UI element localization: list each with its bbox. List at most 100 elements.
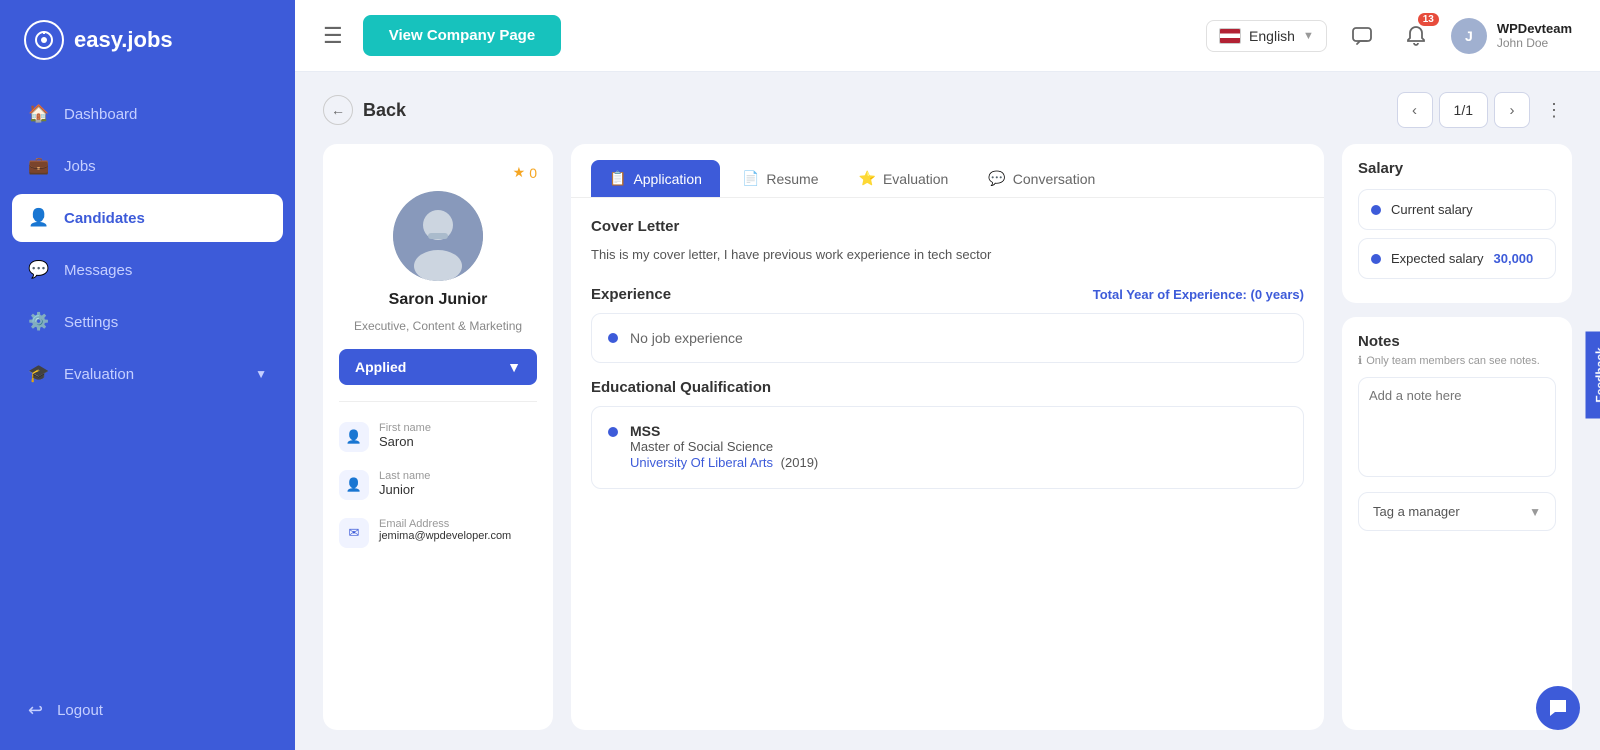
first-name-label: First name bbox=[379, 422, 431, 434]
brand-name: easy.jobs bbox=[74, 27, 173, 53]
tab-application[interactable]: 📋 Application bbox=[591, 160, 720, 197]
no-experience: No job experience bbox=[608, 330, 1287, 346]
sidebar-item-label: Evaluation bbox=[64, 366, 134, 383]
evaluation-tab-icon: ⭐ bbox=[859, 170, 876, 187]
edu-year: (2019) bbox=[781, 455, 819, 470]
notes-panel: Notes ℹ Only team members can see notes.… bbox=[1342, 317, 1572, 730]
edu-degree: MSS bbox=[630, 423, 818, 439]
back-button[interactable]: ← Back bbox=[323, 95, 406, 125]
last-name-row: 👤 Last name Junior bbox=[339, 466, 537, 504]
jobs-icon: 💼 bbox=[28, 155, 50, 177]
star-count: 0 bbox=[529, 165, 537, 181]
person-icon: 👤 bbox=[339, 422, 369, 452]
status-chevron-icon: ▼ bbox=[507, 359, 521, 375]
evaluation-icon: 🎓 bbox=[28, 363, 50, 385]
topbar: ☰ View Company Page English ▼ 13 J WPDev… bbox=[295, 0, 1600, 72]
sidebar-item-jobs[interactable]: 💼 Jobs bbox=[12, 142, 283, 190]
application-tab-label: Application bbox=[633, 171, 702, 187]
current-salary-dot bbox=[1371, 205, 1381, 215]
sidebar-item-messages[interactable]: 💬 Messages bbox=[12, 246, 283, 294]
sidebar-nav: 🏠 Dashboard 💼 Jobs 👤 Candidates 💬 Messag… bbox=[0, 80, 295, 687]
note-textarea[interactable] bbox=[1358, 377, 1556, 477]
home-icon: 🏠 bbox=[28, 103, 50, 125]
next-page-button[interactable]: › bbox=[1494, 92, 1530, 128]
experience-years-value: (0 years) bbox=[1251, 287, 1304, 302]
candidate-name: Saron Junior bbox=[389, 291, 488, 309]
chat-icon-button[interactable] bbox=[1343, 17, 1381, 55]
expected-salary-label: Expected salary bbox=[1391, 251, 1484, 266]
lang-chevron-icon: ▼ bbox=[1303, 30, 1314, 42]
email-label: Email Address bbox=[379, 518, 511, 530]
sidebar-item-dashboard[interactable]: 🏠 Dashboard bbox=[12, 90, 283, 138]
first-name-row: 👤 First name Saron bbox=[339, 418, 537, 456]
evaluation-tab-label: Evaluation bbox=[883, 171, 948, 187]
no-exp-text: No job experience bbox=[630, 330, 743, 346]
sidebar-item-label: Jobs bbox=[64, 158, 96, 175]
user-name: John Doe bbox=[1497, 36, 1572, 50]
tab-evaluation[interactable]: ⭐ Evaluation bbox=[841, 160, 967, 197]
star-rating: ★ 0 bbox=[513, 164, 537, 181]
candidates-icon: 👤 bbox=[28, 207, 50, 229]
edu-university-link[interactable]: University Of Liberal Arts bbox=[630, 455, 777, 470]
notifications-button[interactable]: 13 bbox=[1397, 17, 1435, 55]
conversation-tab-label: Conversation bbox=[1013, 171, 1096, 187]
right-panel: Salary Current salary Expected salary 30… bbox=[1342, 144, 1572, 730]
education-card: MSS Master of Social Science University … bbox=[591, 406, 1304, 489]
tab-content: Cover Letter This is my cover letter, I … bbox=[571, 198, 1324, 730]
prev-page-button[interactable]: ‹ bbox=[1397, 92, 1433, 128]
sidebar-item-settings[interactable]: ⚙️ Settings bbox=[12, 298, 283, 346]
status-dropdown[interactable]: Applied ▼ bbox=[339, 349, 537, 385]
hamburger-icon[interactable]: ☰ bbox=[323, 23, 343, 49]
star-icon: ★ bbox=[513, 164, 526, 181]
expected-salary-amount: 30,000 bbox=[1494, 251, 1534, 266]
tabs-row: 📋 Application 📄 Resume ⭐ Evaluation 💬 Co… bbox=[571, 144, 1324, 198]
salary-title: Salary bbox=[1358, 160, 1556, 177]
person-last-icon: 👤 bbox=[339, 470, 369, 500]
main-content: ☰ View Company Page English ▼ 13 J WPDev… bbox=[295, 0, 1600, 750]
user-info[interactable]: J WPDevteam John Doe bbox=[1451, 18, 1572, 54]
language-selector[interactable]: English ▼ bbox=[1206, 20, 1327, 52]
logout-button[interactable]: ↩ Logout bbox=[0, 687, 295, 734]
current-salary-item: Current salary bbox=[1358, 189, 1556, 230]
notification-badge: 13 bbox=[1418, 13, 1439, 26]
current-salary-label: Current salary bbox=[1391, 202, 1473, 217]
expected-salary-item: Expected salary 30,000 bbox=[1358, 238, 1556, 279]
candidate-title: Executive, Content & Marketing bbox=[354, 319, 522, 333]
application-tab-icon: 📋 bbox=[609, 170, 626, 187]
logout-icon: ↩ bbox=[28, 700, 43, 721]
content-area: ← Back ‹ 1/1 › ⋮ ★ 0 bbox=[295, 72, 1600, 750]
last-name-value: Junior bbox=[379, 482, 430, 497]
feedback-tab[interactable]: Feedback bbox=[1585, 331, 1600, 418]
topbar-right: English ▼ 13 J WPDevteam John Doe bbox=[1206, 17, 1572, 55]
sidebar-item-label: Dashboard bbox=[64, 106, 137, 123]
sidebar-item-candidates[interactable]: 👤 Candidates bbox=[12, 194, 283, 242]
tab-conversation[interactable]: 💬 Conversation bbox=[970, 160, 1113, 197]
sidebar-item-evaluation[interactable]: 🎓 Evaluation ▼ bbox=[12, 350, 283, 398]
chat-bubble-button[interactable] bbox=[1536, 686, 1580, 730]
experience-card: No job experience bbox=[591, 313, 1304, 363]
more-options-button[interactable]: ⋮ bbox=[1536, 92, 1572, 128]
email-value: jemima@wpdeveloper.com bbox=[379, 530, 511, 542]
brand-logo[interactable]: easy.jobs bbox=[0, 0, 295, 80]
profile-panel: ★ 0 Saron Junior Executive, Content & Ma… bbox=[323, 144, 553, 730]
email-row: ✉ Email Address jemima@wpdeveloper.com bbox=[339, 514, 537, 552]
flag-icon bbox=[1219, 28, 1241, 44]
back-label: Back bbox=[363, 100, 406, 121]
page-number: 1/1 bbox=[1439, 92, 1488, 128]
language-label: English bbox=[1249, 28, 1295, 44]
email-icon: ✉ bbox=[339, 518, 369, 548]
cover-letter-title: Cover Letter bbox=[591, 218, 1304, 235]
pagination-controls: ‹ 1/1 › ⋮ bbox=[1397, 92, 1572, 128]
tag-manager-dropdown[interactable]: Tag a manager ▼ bbox=[1358, 492, 1556, 531]
user-avatar: J bbox=[1451, 18, 1487, 54]
chevron-down-icon: ▼ bbox=[255, 367, 267, 381]
view-company-button[interactable]: View Company Page bbox=[363, 15, 561, 56]
back-arrow-icon: ← bbox=[323, 95, 353, 125]
notes-subtitle: ℹ Only team members can see notes. bbox=[1358, 354, 1556, 367]
middle-panel: 📋 Application 📄 Resume ⭐ Evaluation 💬 Co… bbox=[571, 144, 1324, 730]
logo-icon bbox=[24, 20, 64, 60]
candidate-avatar bbox=[393, 191, 483, 281]
divider bbox=[339, 401, 537, 402]
last-name-label: Last name bbox=[379, 470, 430, 482]
tab-resume[interactable]: 📄 Resume bbox=[724, 160, 837, 197]
